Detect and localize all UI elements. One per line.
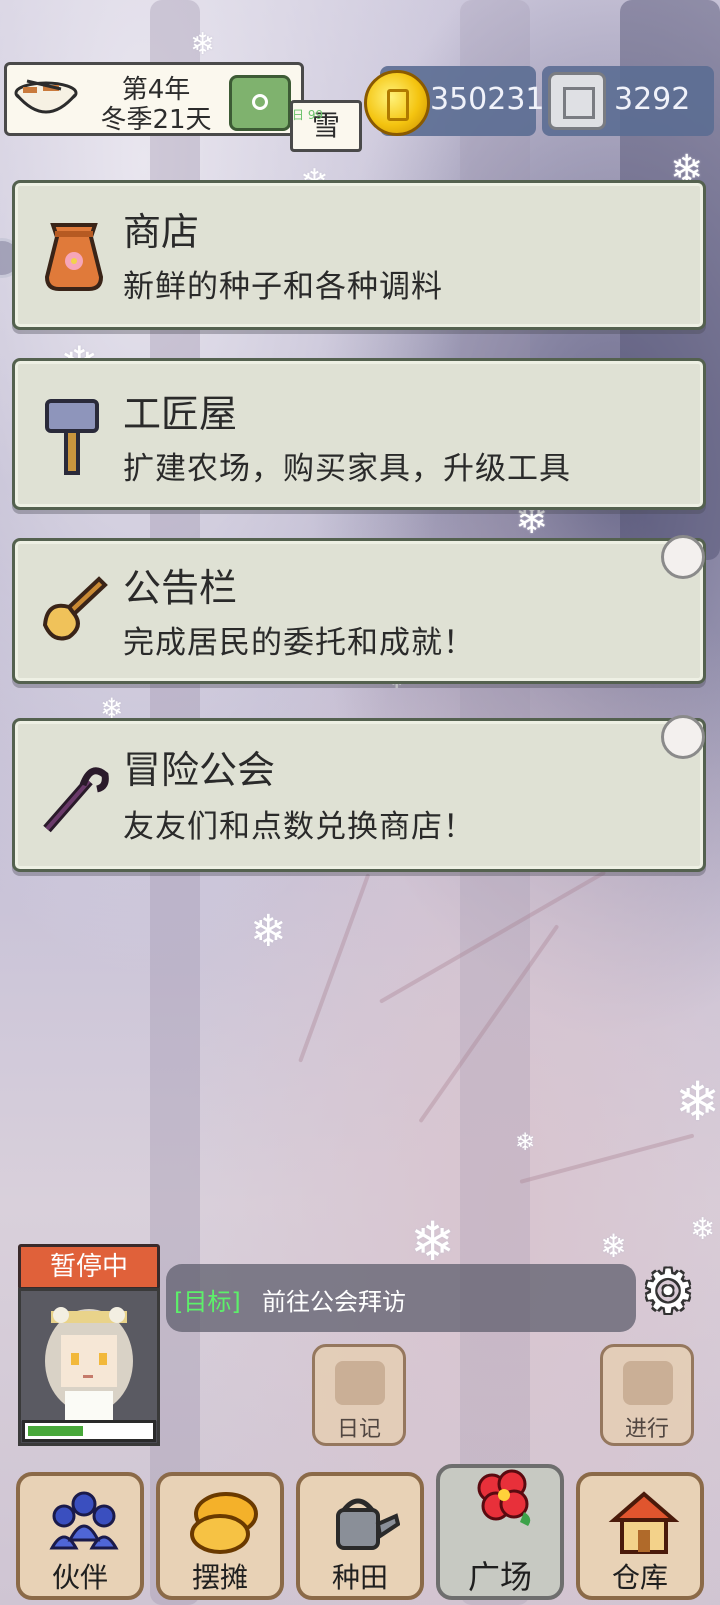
nav-label: 摆摊	[191, 1561, 248, 1594]
silver-count: 3292	[614, 82, 691, 117]
card-description: 新鲜的种子和各种调料	[123, 269, 443, 305]
goal-text: 前往公会拜访	[262, 1288, 406, 1316]
card-description: 扩建农场，购买家具，升级工具	[123, 451, 571, 487]
season-day-label: 冬季21天	[100, 105, 212, 135]
proceed-button[interactable]: 进行	[600, 1344, 694, 1446]
nav-warehouse[interactable]: 仓库	[576, 1472, 704, 1600]
snowflake-icon: ❄	[515, 1128, 536, 1156]
staff-icon	[43, 767, 109, 833]
seed-bag-icon	[44, 223, 104, 291]
goal-banner[interactable]: [目标] 前往公会拜访	[166, 1264, 636, 1332]
stall-icon	[190, 1492, 258, 1554]
diary-label: 日记	[336, 1417, 381, 1442]
nav-farming[interactable]: 种田	[296, 1472, 424, 1600]
nav-label: 种田	[331, 1561, 388, 1594]
diary-button[interactable]: 日记	[312, 1344, 406, 1446]
watering-can-icon	[336, 1498, 400, 1550]
people-icon	[49, 1491, 119, 1550]
snowflake-icon: ❄	[690, 1212, 716, 1247]
goal-tag: [目标]	[174, 1288, 241, 1316]
target-icon	[252, 94, 268, 110]
nav-label: 仓库	[611, 1561, 668, 1594]
map-button[interactable]	[229, 75, 291, 131]
coin-count: 350231	[430, 82, 545, 117]
nav-plaza[interactable]: 广场	[436, 1464, 564, 1600]
paw-icon	[661, 715, 705, 759]
gold-coin-icon	[364, 70, 430, 136]
card-title: 工匠屋	[123, 392, 238, 436]
menu-card-bulletin-board[interactable]: 公告栏 完成居民的委托和成就！	[12, 535, 706, 684]
menu-card-adventure-guild[interactable]: 冒险公会 友友们和点数兑换商店！	[12, 715, 706, 872]
nav-label: 广场	[467, 1558, 532, 1596]
nav-companions[interactable]: 伙伴	[16, 1472, 144, 1600]
snowflake-icon: ❄	[600, 1227, 627, 1265]
nav-label: 伙伴	[51, 1561, 108, 1594]
nav-stall[interactable]: 摆摊	[156, 1472, 284, 1600]
house-icon	[608, 1491, 680, 1554]
snowflake-icon: ❄	[410, 1210, 456, 1273]
proceed-label: 进行	[624, 1417, 669, 1442]
card-title: 商店	[123, 210, 200, 254]
date-panel: 第4年 冬季21天	[4, 62, 304, 136]
fast-forward-icon	[623, 1361, 673, 1405]
menu-card-shop[interactable]: 商店 新鲜的种子和各种调料	[12, 180, 706, 330]
stamina-bar	[22, 1420, 156, 1442]
weather-counter: 日 99	[292, 108, 324, 122]
character-portrait-icon	[21, 1291, 157, 1421]
snowflake-icon: ❄	[250, 906, 287, 957]
hammer-icon	[45, 399, 99, 475]
rice-bowl-icon	[14, 79, 78, 114]
card-title: 冒险公会	[123, 748, 276, 792]
snowflake-icon: ❄	[675, 1070, 720, 1133]
card-title: 公告栏	[123, 566, 238, 610]
horn-icon	[42, 576, 108, 641]
stamina-bar-fill	[28, 1426, 83, 1436]
paused-badge[interactable]: 暂停中	[18, 1244, 160, 1290]
gear-icon[interactable]: ⚙	[636, 1262, 700, 1326]
card-description: 完成居民的委托和成就！	[123, 625, 475, 661]
paw-icon	[661, 535, 705, 579]
card-description: 友友们和点数兑换商店！	[123, 809, 475, 845]
menu-card-workshop[interactable]: 工匠屋 扩建农场，购买家具，升级工具	[12, 358, 706, 510]
flower-icon	[477, 1469, 531, 1526]
speech-bubble-icon	[335, 1361, 385, 1405]
snowflake-icon: ❄	[190, 27, 216, 62]
silver-coin-icon	[548, 72, 606, 130]
